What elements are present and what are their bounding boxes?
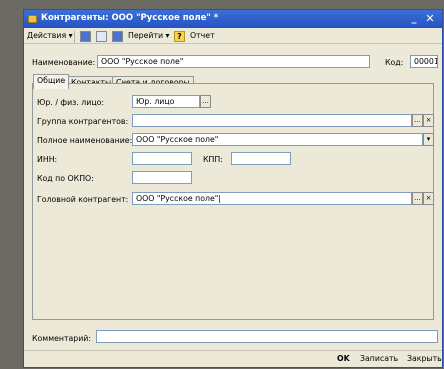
tab-general[interactable]: Общие (33, 74, 70, 89)
legal-type-label: Юр. / физ. лицо: (37, 98, 105, 107)
toolbar: Действия ▾ Перейти ▾ ? Отчет (24, 29, 442, 44)
fullname-label: Полное наименование: (37, 136, 133, 145)
actions-menu[interactable]: Действия ▾ (27, 31, 73, 40)
goto-menu[interactable]: Перейти ▾ (128, 31, 169, 40)
kpp-label: КПП: (203, 155, 223, 164)
folder-icon (28, 15, 37, 23)
kpp-field[interactable] (231, 152, 291, 165)
head-counterparty-label: Головной контрагент: (37, 195, 129, 204)
report-button[interactable]: Отчет (190, 31, 215, 40)
okpo-label: Код по ОКПО: (37, 174, 94, 183)
name-label: Наименование: (32, 58, 96, 67)
title-bar[interactable]: Контрагенты: ООО "Русское поле" * _ ✕ (24, 10, 442, 28)
group-clear-button[interactable]: × (423, 114, 434, 127)
fullname-field[interactable]: ООО "Русское поле" (132, 133, 423, 146)
close-form-button[interactable]: Закрыть (407, 354, 442, 363)
name-field[interactable]: ООО "Русское поле" (97, 55, 370, 68)
window-title: Контрагенты: ООО "Русское поле" * (41, 13, 219, 23)
head-counterparty-field[interactable]: ООО "Русское поле"| (132, 192, 412, 205)
legal-type-field[interactable]: Юр. лицо (132, 95, 200, 108)
comment-field[interactable] (96, 330, 438, 343)
minimize-button[interactable]: _ (407, 12, 421, 25)
button-bar: OK Записать Закрыть (24, 350, 442, 367)
comment-label: Комментарий: (32, 334, 91, 343)
legal-type-select-button[interactable]: ... (200, 95, 211, 108)
ok-button[interactable]: OK (337, 354, 350, 363)
toolbar-separator (74, 31, 75, 43)
inn-field[interactable] (132, 152, 192, 165)
back-arrow-icon[interactable] (80, 31, 91, 42)
inn-label: ИНН: (37, 155, 58, 164)
code-field[interactable]: 00001 (410, 55, 438, 68)
head-counterparty-clear-button[interactable]: × (423, 192, 434, 205)
okpo-field[interactable] (132, 171, 192, 184)
chevron-down-icon[interactable]: ▾ (423, 133, 434, 146)
code-label: Код: (385, 58, 404, 67)
group-field[interactable] (132, 114, 412, 127)
close-button[interactable]: ✕ (423, 12, 437, 25)
tab-panel-general: Юр. / физ. лицо: Юр. лицо ... Группа кон… (32, 83, 434, 320)
document-icon[interactable] (96, 31, 107, 42)
counterparty-window: Контрагенты: ООО "Русское поле" * _ ✕ Де… (23, 9, 443, 368)
save-button[interactable]: Записать (360, 354, 398, 363)
group-select-button[interactable]: ... (412, 114, 423, 127)
hierarchy-icon[interactable] (112, 31, 123, 42)
help-icon[interactable]: ? (174, 31, 185, 42)
group-label: Группа контрагентов: (37, 117, 129, 126)
head-counterparty-select-button[interactable]: ... (412, 192, 423, 205)
